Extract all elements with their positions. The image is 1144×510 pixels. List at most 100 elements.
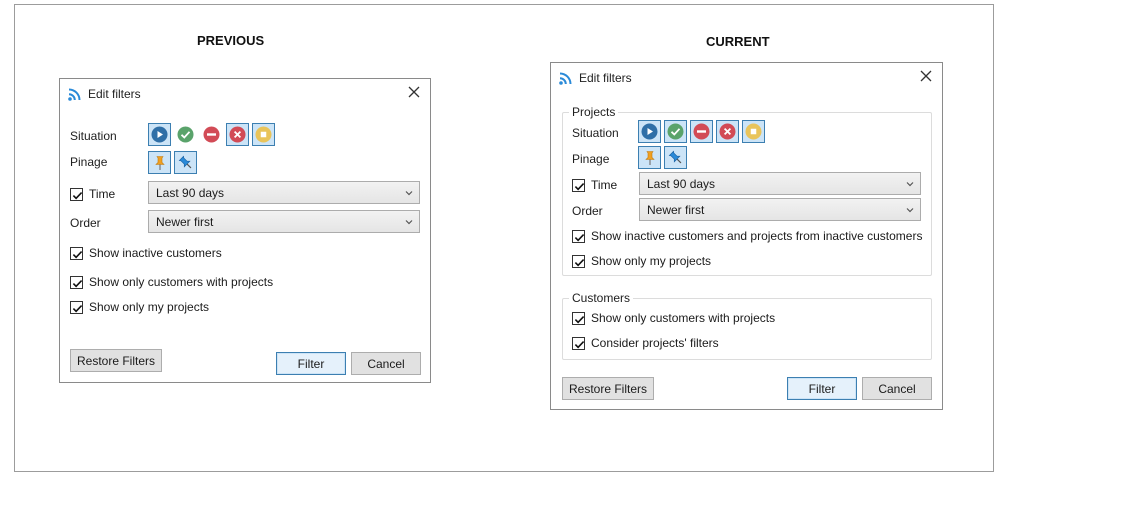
x-icon bbox=[229, 126, 246, 143]
show-only-my-projects-checkbox[interactable]: Show only my projects bbox=[572, 254, 711, 268]
current-heading: CURRENT bbox=[706, 34, 770, 49]
minus-icon bbox=[203, 126, 220, 143]
order-dropdown[interactable]: Newer first bbox=[148, 210, 420, 233]
checkmark-icon bbox=[574, 258, 585, 266]
time-label: Time bbox=[89, 187, 116, 201]
unpin-icon bbox=[668, 150, 681, 163]
time-dropdown[interactable]: Last 90 days bbox=[148, 181, 420, 204]
checkbox-label: Show only customers with projects bbox=[89, 275, 274, 289]
order-value: Newer first bbox=[647, 202, 705, 217]
stop-icon bbox=[255, 126, 272, 143]
play-toggle[interactable] bbox=[638, 120, 661, 143]
projects-group-title: Projects bbox=[569, 105, 619, 119]
stop-toggle[interactable] bbox=[742, 120, 765, 143]
show-only-customers-with-projects-checkbox[interactable]: Show only customers with projects bbox=[572, 311, 775, 325]
situation-label: Situation bbox=[572, 126, 619, 140]
minus-toggle[interactable] bbox=[200, 123, 223, 146]
show-only-customers-with-projects-checkbox[interactable]: Show only customers with projects bbox=[70, 275, 273, 289]
checkbox-box[interactable] bbox=[70, 187, 83, 201]
time-dropdown[interactable]: Last 90 days bbox=[639, 172, 921, 195]
time-checkbox[interactable]: Time bbox=[572, 178, 617, 192]
dialog-title-bar: Edit filters bbox=[68, 86, 141, 102]
dialog-title-bar: Edit filters bbox=[559, 70, 632, 86]
checkbox-box[interactable] bbox=[572, 254, 585, 268]
checkbox-label: Consider projects' filters bbox=[591, 336, 719, 350]
checkbox-box[interactable] bbox=[70, 275, 83, 289]
checkmark-icon bbox=[574, 315, 585, 323]
play-icon bbox=[641, 123, 658, 140]
unpin-toggle[interactable] bbox=[174, 151, 197, 174]
unpin-toggle[interactable] bbox=[664, 146, 687, 169]
dialog-title: Edit filters bbox=[579, 71, 632, 85]
pinage-label: Pinage bbox=[70, 155, 108, 169]
check-toggle[interactable] bbox=[174, 123, 197, 146]
show-inactive-customers-checkbox[interactable]: Show inactive customers bbox=[70, 246, 222, 260]
checkbox-box[interactable] bbox=[572, 178, 585, 192]
pinage-toggles bbox=[638, 146, 687, 169]
checkmark-icon bbox=[574, 182, 585, 190]
checkmark-icon bbox=[72, 304, 83, 312]
time-label: Time bbox=[591, 178, 618, 192]
check-toggle[interactable] bbox=[664, 120, 687, 143]
checkmark-icon bbox=[72, 279, 83, 287]
time-value: Last 90 days bbox=[156, 185, 225, 200]
order-label: Order bbox=[70, 216, 101, 230]
chevron-down-icon bbox=[906, 208, 914, 213]
checkbox-box[interactable] bbox=[70, 246, 83, 260]
checkmark-icon bbox=[574, 233, 585, 241]
stop-toggle[interactable] bbox=[252, 123, 275, 146]
checkbox-box[interactable] bbox=[572, 311, 585, 325]
pin-toggle[interactable] bbox=[148, 151, 171, 174]
situation-toggles bbox=[148, 123, 275, 146]
current-edit-filters-dialog: Edit filters Projects Situation Pinage T… bbox=[550, 62, 943, 410]
x-toggle[interactable] bbox=[716, 120, 739, 143]
filter-button[interactable]: Filter bbox=[276, 352, 346, 375]
play-toggle[interactable] bbox=[148, 123, 171, 146]
cancel-button[interactable]: Cancel bbox=[351, 352, 421, 375]
checkbox-box[interactable] bbox=[572, 336, 585, 350]
rss-icon bbox=[68, 88, 81, 101]
check-icon bbox=[667, 123, 684, 140]
close-icon[interactable] bbox=[406, 84, 422, 100]
time-value: Last 90 days bbox=[647, 176, 716, 191]
time-checkbox[interactable]: Time bbox=[70, 187, 115, 201]
filter-button[interactable]: Filter bbox=[787, 377, 857, 400]
checkmark-icon bbox=[72, 191, 83, 199]
situation-label: Situation bbox=[70, 129, 117, 143]
pin-icon bbox=[644, 150, 655, 165]
x-toggle[interactable] bbox=[226, 123, 249, 146]
minus-icon bbox=[693, 123, 710, 140]
restore-filters-button[interactable]: Restore Filters bbox=[70, 349, 162, 372]
order-dropdown[interactable]: Newer first bbox=[639, 198, 921, 221]
checkmark-icon bbox=[72, 250, 83, 258]
pin-toggle[interactable] bbox=[638, 146, 661, 169]
chevron-down-icon bbox=[405, 191, 413, 196]
customers-group: Customers bbox=[562, 291, 932, 360]
checkbox-label: Show only customers with projects bbox=[591, 311, 776, 325]
restore-filters-button[interactable]: Restore Filters bbox=[562, 377, 654, 400]
checkbox-box[interactable] bbox=[70, 300, 83, 314]
situation-toggles bbox=[638, 120, 765, 143]
unpin-icon bbox=[178, 155, 191, 168]
minus-toggle[interactable] bbox=[690, 120, 713, 143]
close-icon[interactable] bbox=[918, 68, 934, 84]
play-icon bbox=[151, 126, 168, 143]
chevron-down-icon bbox=[405, 220, 413, 225]
stop-icon bbox=[745, 123, 762, 140]
checkbox-label: Show inactive customers bbox=[89, 246, 222, 260]
checkmark-icon bbox=[574, 340, 585, 348]
rss-icon bbox=[559, 72, 572, 85]
checkbox-box[interactable] bbox=[572, 229, 585, 243]
order-label: Order bbox=[572, 204, 603, 218]
show-only-my-projects-checkbox[interactable]: Show only my projects bbox=[70, 300, 209, 314]
pin-icon bbox=[154, 155, 165, 170]
consider-projects-filters-checkbox[interactable]: Consider projects' filters bbox=[572, 336, 719, 350]
pinage-label: Pinage bbox=[572, 152, 610, 166]
x-icon bbox=[719, 123, 736, 140]
pinage-toggles bbox=[148, 151, 197, 174]
cancel-button[interactable]: Cancel bbox=[862, 377, 932, 400]
order-value: Newer first bbox=[156, 214, 214, 229]
previous-heading: PREVIOUS bbox=[197, 33, 265, 48]
previous-edit-filters-dialog: Edit filters Situation Pinage Time Last … bbox=[59, 78, 431, 383]
show-inactive-customers-and-projects-checkbox[interactable]: Show inactive customers and projects fro… bbox=[572, 229, 922, 243]
